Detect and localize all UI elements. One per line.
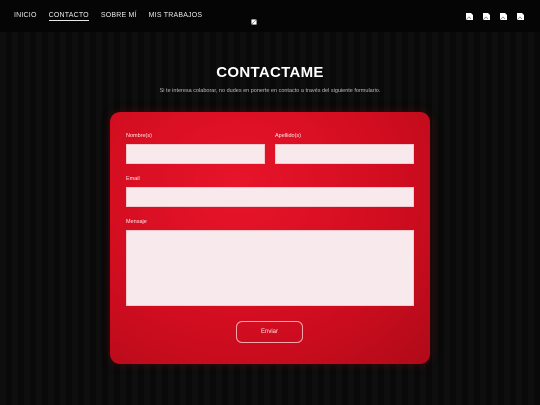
page-title: CONTACTAME: [216, 64, 324, 81]
social-broken-image-icon-1[interactable]: [466, 13, 473, 20]
last-name-input[interactable]: [275, 144, 414, 164]
first-name-label: Nombre(s): [126, 133, 152, 139]
nav-links: INICIO CONTACTO SOBRE MÍ MIS TRABAJOS: [14, 12, 202, 21]
nav-link-mis-trabajos[interactable]: MIS TRABAJOS: [149, 12, 203, 21]
social-icons: [466, 13, 524, 20]
nav-link-sobre-mi[interactable]: SOBRE MÍ: [101, 12, 137, 21]
first-name-input[interactable]: [126, 144, 265, 164]
logo-broken-image-icon[interactable]: [251, 19, 258, 26]
submit-button[interactable]: Enviar: [236, 321, 303, 343]
last-name-label: Apellido(s): [275, 133, 301, 139]
page-subtitle: Si te interesa colaborar, no dudes en po…: [159, 88, 381, 94]
message-label: Mensaje: [126, 219, 147, 225]
message-textarea[interactable]: [126, 230, 414, 306]
email-label: Email: [126, 176, 140, 182]
social-broken-image-icon-3[interactable]: [500, 13, 507, 20]
nav-link-inicio[interactable]: INICIO: [14, 12, 37, 21]
social-broken-image-icon-4[interactable]: [517, 13, 524, 20]
email-input[interactable]: [126, 187, 414, 207]
navbar: INICIO CONTACTO SOBRE MÍ MIS TRABAJOS: [0, 0, 540, 32]
nav-link-contacto[interactable]: CONTACTO: [48, 12, 89, 21]
social-broken-image-icon-2[interactable]: [483, 13, 490, 20]
contact-form: Nombre(s) Apellido(s) Email Mensaje Envi…: [110, 112, 430, 364]
